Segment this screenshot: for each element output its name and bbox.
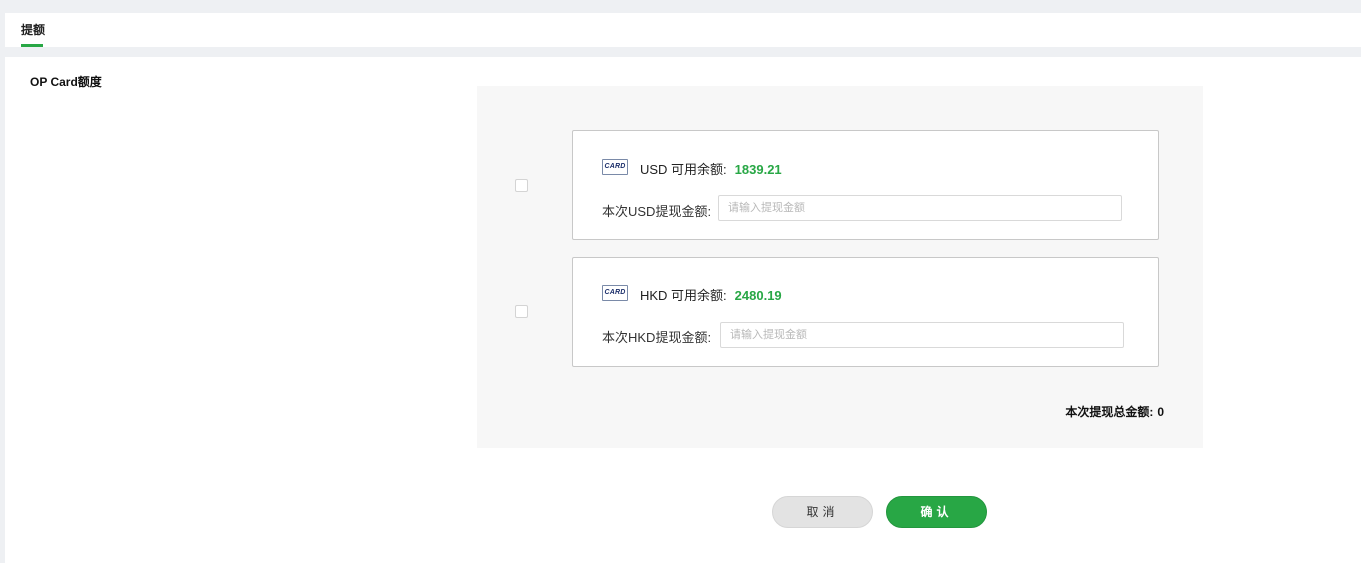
- hkd-card-checkbox[interactable]: [515, 305, 528, 318]
- confirm-button[interactable]: 确认: [886, 496, 987, 528]
- hkd-balance-row: HKD 可用余额: 2480.19: [640, 285, 782, 304]
- usd-balance-label: USD 可用余额:: [640, 162, 727, 177]
- hkd-card-box: CARD HKD 可用余额: 2480.19 本次HKD提现金额:: [572, 257, 1159, 367]
- card-icon: CARD: [602, 159, 628, 175]
- hkd-balance-value: 2480.19: [734, 288, 782, 303]
- usd-amount-input[interactable]: [718, 195, 1122, 221]
- tab-raise-limit[interactable]: 提额: [21, 13, 45, 47]
- usd-card-checkbox[interactable]: [515, 179, 528, 192]
- section-title: OP Card额度: [30, 75, 102, 89]
- withdraw-total-label: 本次提现总金额:: [1065, 405, 1154, 419]
- hkd-amount-label: 本次HKD提现金额:: [602, 330, 712, 345]
- usd-card-box: CARD USD 可用余额: 1839.21 本次USD提现金额:: [572, 130, 1159, 240]
- usd-amount-label: 本次USD提现金额:: [602, 204, 712, 219]
- withdraw-total-value: 0: [1157, 405, 1164, 419]
- usd-balance-row: USD 可用余额: 1839.21: [640, 159, 782, 178]
- main-content: OP Card额度 CARD USD 可用余额: 1839.21 本次USD提现金…: [5, 57, 1361, 563]
- hkd-amount-input[interactable]: [720, 322, 1124, 348]
- withdraw-panel: CARD USD 可用余额: 1839.21 本次USD提现金额: CARD HK…: [477, 86, 1203, 448]
- cancel-button[interactable]: 取消: [772, 496, 873, 528]
- withdraw-total: 本次提现总金额: 0: [1065, 403, 1164, 420]
- tab-active-indicator: [21, 44, 43, 47]
- tab-bar: 提额: [5, 13, 1361, 47]
- usd-balance-value: 1839.21: [734, 162, 782, 177]
- card-icon: CARD: [602, 285, 628, 301]
- hkd-balance-label: HKD 可用余额:: [640, 288, 727, 303]
